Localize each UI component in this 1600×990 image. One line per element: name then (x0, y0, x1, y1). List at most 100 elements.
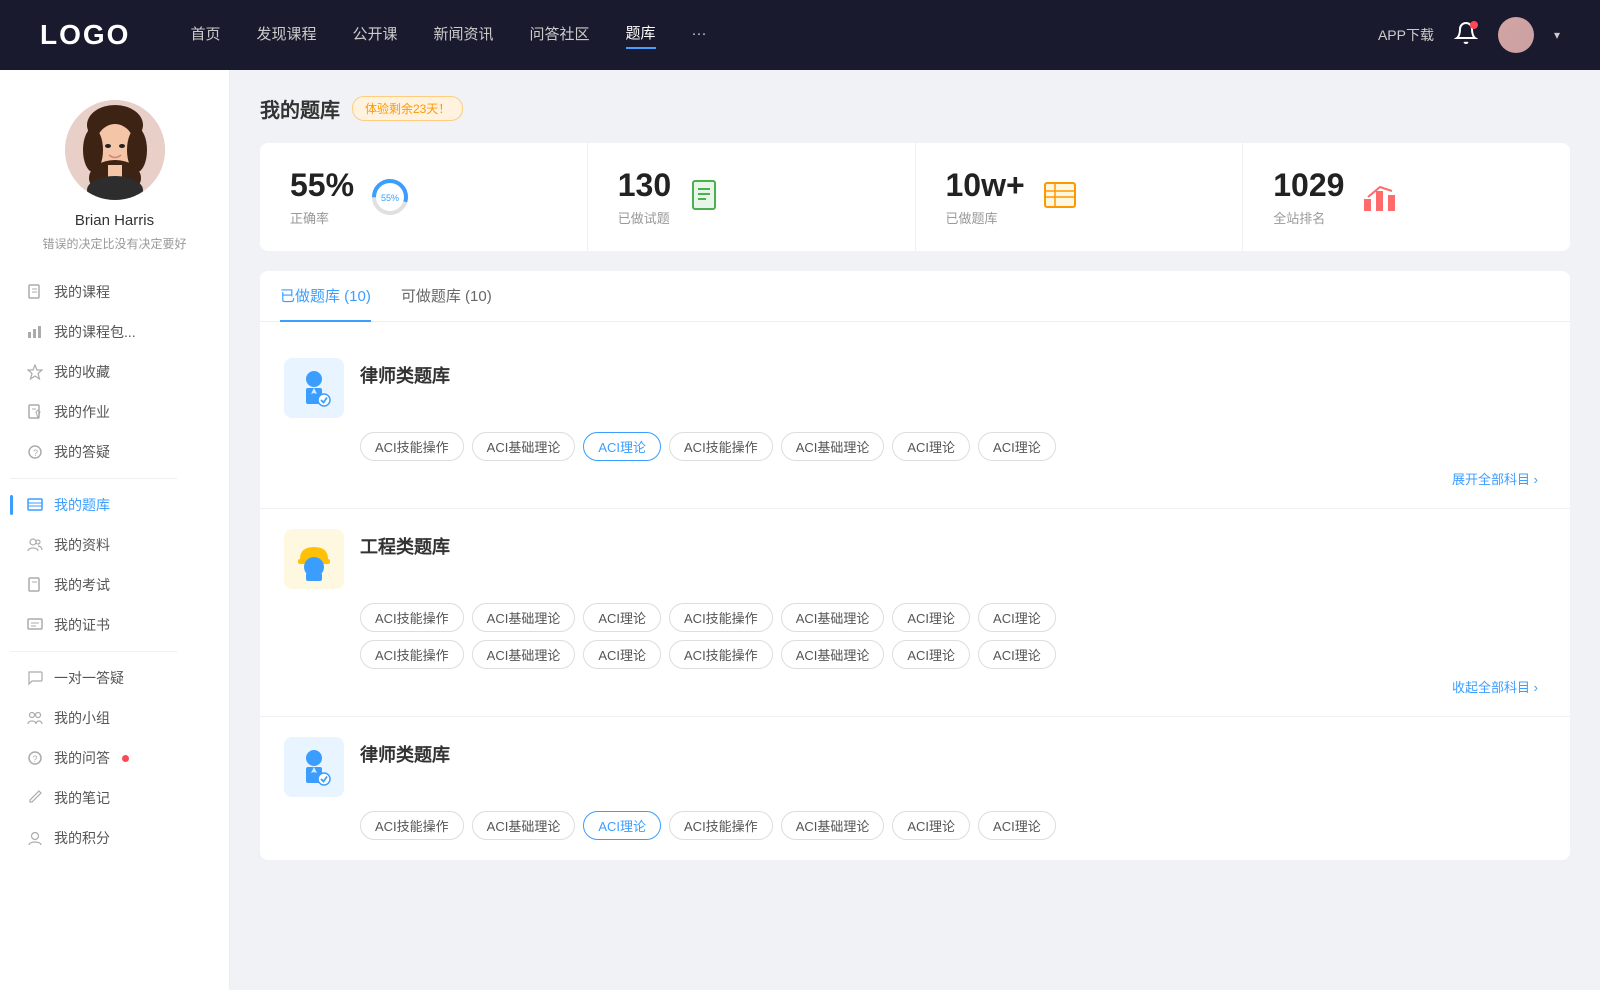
qbank-tag[interactable]: ACI理论 (978, 811, 1056, 840)
qbank-tag[interactable]: ACI理论 (583, 603, 661, 632)
sidebar-label-my-qa: 我的答疑 (54, 442, 110, 462)
sidebar-item-my-points[interactable]: 我的积分 (10, 818, 219, 858)
qbank-tag[interactable]: ACI技能操作 (360, 432, 464, 461)
avatar[interactable] (1498, 17, 1534, 53)
qbank-tag[interactable]: ACI理论 (892, 640, 970, 669)
sidebar-item-my-homework[interactable]: 我的作业 (10, 392, 219, 432)
nav-qa[interactable]: 问答社区 (530, 23, 590, 48)
qbank-tag[interactable]: ACI技能操作 (669, 432, 773, 461)
nav-news[interactable]: 新闻资讯 (434, 23, 494, 48)
sidebar-item-my-exam[interactable]: 我的考试 (10, 565, 219, 605)
nav-discover[interactable]: 发现课程 (256, 23, 316, 48)
homework-icon (26, 403, 44, 421)
cert-icon (26, 616, 44, 634)
accuracy-icon: 55% (370, 177, 410, 217)
sidebar-item-one-on-one[interactable]: 一对一答疑 (10, 658, 219, 698)
tab-done-banks[interactable]: 已做题库 (10) (280, 271, 371, 322)
sidebar-label-my-packages: 我的课程包... (54, 322, 136, 342)
done-banks-icon (1041, 177, 1081, 217)
sidebar-item-my-cert[interactable]: 我的证书 (10, 605, 219, 645)
nav-qbank[interactable]: 题库 (626, 22, 656, 49)
qbank-title-lawyer-2: 律师类题库 (360, 737, 450, 767)
qbank-tag[interactable]: ACI理论 (892, 603, 970, 632)
notification-bell[interactable] (1454, 21, 1478, 50)
answers-notification-dot (122, 755, 129, 762)
answers-icon: ? (26, 749, 44, 767)
sidebar-label-my-qbank: 我的题库 (54, 495, 110, 515)
qbank-lawyer-icon-wrap (284, 358, 344, 418)
qbank-tag[interactable]: ACI理论 (892, 811, 970, 840)
sidebar-label-my-courses: 我的课程 (54, 282, 110, 302)
divider-1 (10, 478, 177, 479)
qbank-tag-active[interactable]: ACI理论 (583, 432, 661, 461)
nav-more[interactable]: ··· (692, 25, 707, 46)
qbank-engineer-icon-wrap (284, 529, 344, 589)
qbank-item-header: 工程类题库 (284, 529, 1546, 589)
engineer-icon (292, 537, 336, 581)
sidebar-label-my-points: 我的积分 (54, 828, 110, 848)
sidebar-item-my-favorites[interactable]: 我的收藏 (10, 352, 219, 392)
avatar-image (1498, 17, 1534, 53)
stat-ranking-label: 全站排名 (1273, 208, 1344, 227)
qbank-tag[interactable]: ACI理论 (978, 640, 1056, 669)
qbank-tag[interactable]: ACI基础理论 (472, 603, 576, 632)
qbank-tag[interactable]: ACI技能操作 (360, 603, 464, 632)
qbank-tag[interactable]: ACI基础理论 (472, 432, 576, 461)
logo: LOGO (40, 19, 130, 51)
qbank-tag[interactable]: ACI技能操作 (360, 640, 464, 669)
stat-done-banks-label: 已做题库 (946, 208, 1025, 227)
sidebar-item-my-info[interactable]: 我的资料 (10, 525, 219, 565)
sidebar-item-my-answers[interactable]: ? 我的问答 (10, 738, 219, 778)
qbank-tag-active[interactable]: ACI理论 (583, 811, 661, 840)
qbank-tag[interactable]: ACI技能操作 (360, 811, 464, 840)
sidebar-label-my-groups: 我的小组 (54, 708, 110, 728)
sidebar-item-my-packages[interactable]: 我的课程包... (10, 312, 219, 352)
qbank-tag[interactable]: ACI技能操作 (669, 603, 773, 632)
profile-chevron-down-icon[interactable]: ▾ (1554, 28, 1560, 42)
qbank-expand-lawyer-1[interactable]: 展开全部科目 › (284, 469, 1546, 488)
sidebar-label-my-notes: 我的笔记 (54, 788, 110, 808)
sidebar-menu: 我的课程 我的课程包... 我的收藏 我的作业 (0, 272, 229, 858)
qbank-tag[interactable]: ACI技能操作 (669, 811, 773, 840)
star-icon (26, 363, 44, 381)
stat-accuracy: 55% 正确率 55% (260, 143, 588, 251)
qbank-tag[interactable]: ACI基础理论 (781, 811, 885, 840)
sidebar-item-my-groups[interactable]: 我的小组 (10, 698, 219, 738)
qbank-tag[interactable]: ACI基础理论 (781, 432, 885, 461)
sidebar-item-my-notes[interactable]: 我的笔记 (10, 778, 219, 818)
tab-available-banks[interactable]: 可做题库 (10) (401, 271, 492, 322)
stat-ranking-value: 1029 (1273, 167, 1344, 204)
svg-text:55%: 55% (381, 193, 399, 203)
sidebar-label-my-exam: 我的考试 (54, 575, 110, 595)
qbank-collapse-engineer[interactable]: 收起全部科目 › (284, 677, 1546, 696)
stat-done-banks: 10w+ 已做题库 (916, 143, 1244, 251)
qbank-tag[interactable]: ACI技能操作 (669, 640, 773, 669)
qbank-tag[interactable]: ACI理论 (583, 640, 661, 669)
stat-ranking: 1029 全站排名 (1243, 143, 1570, 251)
nav-open-course[interactable]: 公开课 (352, 23, 397, 48)
qbank-tag[interactable]: ACI基础理论 (472, 811, 576, 840)
app-download-button[interactable]: APP下载 (1378, 25, 1434, 45)
qbank-tag[interactable]: ACI基础理论 (781, 603, 885, 632)
stat-done-questions: 130 已做试题 (588, 143, 916, 251)
sidebar-label-one-on-one: 一对一答疑 (54, 668, 124, 688)
sidebar: Brian Harris 错误的决定比没有决定要好 我的课程 我的课程包... … (0, 70, 230, 990)
avatar-portrait (65, 100, 165, 200)
qbank-tag[interactable]: ACI理论 (978, 603, 1056, 632)
qbank-item-header: 律师类题库 (284, 358, 1546, 418)
qbank-tag[interactable]: ACI基础理论 (472, 640, 576, 669)
qbank-tag[interactable]: ACI基础理论 (781, 640, 885, 669)
nav-home[interactable]: 首页 (190, 23, 220, 48)
sidebar-label-my-answers: 我的问答 (54, 748, 110, 768)
main-content: 我的题库 体验剩余23天！ 55% 正确率 55% (230, 70, 1600, 990)
notes-icon (26, 789, 44, 807)
qbank-tag[interactable]: ACI理论 (978, 432, 1056, 461)
sidebar-item-my-qa[interactable]: ? 我的答疑 (10, 432, 219, 472)
sidebar-item-my-qbank[interactable]: 我的题库 (10, 485, 219, 525)
sidebar-item-my-courses[interactable]: 我的课程 (10, 272, 219, 312)
sidebar-label-my-info: 我的资料 (54, 535, 110, 555)
qbank-tags-engineer-row1: ACI技能操作 ACI基础理论 ACI理论 ACI技能操作 ACI基础理论 AC… (284, 603, 1546, 632)
qbank-tag[interactable]: ACI理论 (892, 432, 970, 461)
stats-row: 55% 正确率 55% 130 已做试题 (260, 143, 1570, 251)
qbank-list: 律师类题库 ACI技能操作 ACI基础理论 ACI理论 ACI技能操作 ACI基… (260, 338, 1570, 860)
